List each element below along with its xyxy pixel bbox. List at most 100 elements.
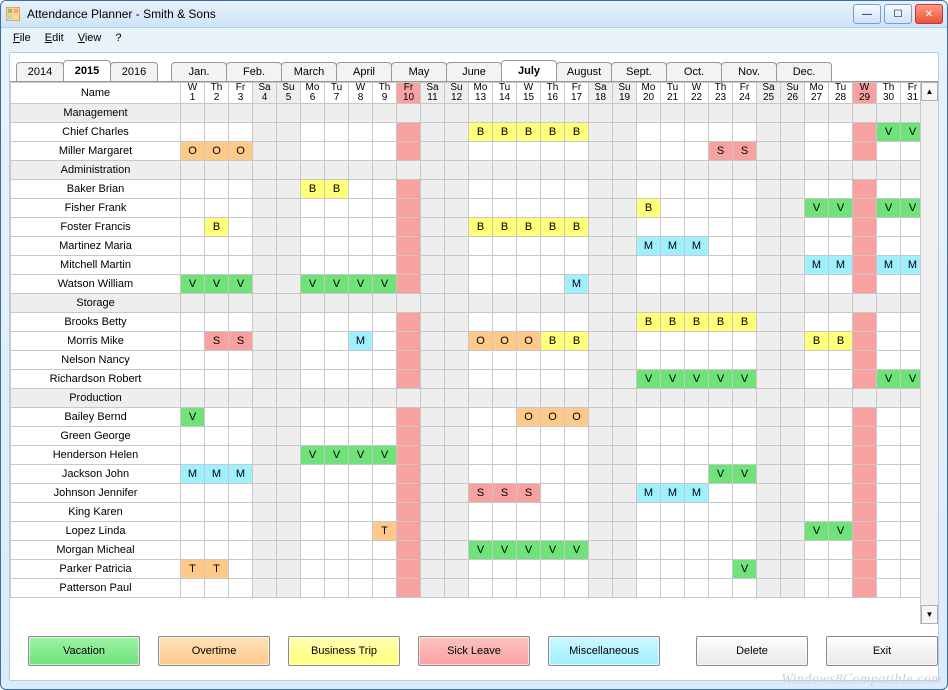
- day-cell[interactable]: [325, 142, 349, 161]
- day-cell[interactable]: [733, 180, 757, 199]
- overtime-button[interactable]: Overtime: [158, 636, 270, 666]
- day-cell[interactable]: [733, 389, 757, 408]
- day-cell[interactable]: [445, 199, 469, 218]
- day-cell[interactable]: [781, 237, 805, 256]
- day-cell[interactable]: [325, 104, 349, 123]
- day-cell[interactable]: [661, 465, 685, 484]
- day-cell[interactable]: [541, 313, 565, 332]
- day-cell[interactable]: M: [901, 256, 921, 275]
- day-cell[interactable]: [397, 446, 421, 465]
- day-cell[interactable]: [421, 218, 445, 237]
- day-cell[interactable]: [397, 180, 421, 199]
- day-cell[interactable]: [877, 541, 901, 560]
- day-cell[interactable]: [253, 408, 277, 427]
- day-cell[interactable]: [205, 161, 229, 180]
- day-cell[interactable]: [781, 408, 805, 427]
- day-cell[interactable]: M: [637, 237, 661, 256]
- day-cell[interactable]: [709, 541, 733, 560]
- day-cell[interactable]: [253, 351, 277, 370]
- day-cell[interactable]: [325, 465, 349, 484]
- day-cell[interactable]: [805, 104, 829, 123]
- name-cell[interactable]: Morris Mike: [11, 332, 181, 351]
- day-cell[interactable]: [541, 275, 565, 294]
- day-cell[interactable]: [181, 237, 205, 256]
- day-cell[interactable]: [589, 560, 613, 579]
- menu-file[interactable]: File: [7, 31, 37, 45]
- day-cell[interactable]: [613, 408, 637, 427]
- day-cell[interactable]: [613, 465, 637, 484]
- day-cell[interactable]: [613, 522, 637, 541]
- day-cell[interactable]: [781, 199, 805, 218]
- day-cell[interactable]: [541, 503, 565, 522]
- day-cell[interactable]: [565, 237, 589, 256]
- day-cell[interactable]: [445, 161, 469, 180]
- day-cell[interactable]: [301, 579, 325, 598]
- day-cell[interactable]: [301, 332, 325, 351]
- day-cell[interactable]: [901, 237, 921, 256]
- day-cell[interactable]: [373, 104, 397, 123]
- day-cell[interactable]: [541, 389, 565, 408]
- day-cell[interactable]: [517, 294, 541, 313]
- day-cell[interactable]: [253, 294, 277, 313]
- day-cell[interactable]: [205, 199, 229, 218]
- day-cell[interactable]: [829, 142, 853, 161]
- day-cell[interactable]: [661, 427, 685, 446]
- day-cell[interactable]: [637, 446, 661, 465]
- day-cell[interactable]: [181, 370, 205, 389]
- day-cell[interactable]: [565, 313, 589, 332]
- day-cell[interactable]: [805, 123, 829, 142]
- day-cell[interactable]: [397, 123, 421, 142]
- day-cell[interactable]: [301, 370, 325, 389]
- day-cell[interactable]: [421, 408, 445, 427]
- day-cell[interactable]: [373, 541, 397, 560]
- day-cell[interactable]: [181, 522, 205, 541]
- day-cell[interactable]: [397, 199, 421, 218]
- day-cell[interactable]: B: [541, 332, 565, 351]
- day-cell[interactable]: [421, 560, 445, 579]
- day-cell[interactable]: [877, 446, 901, 465]
- day-cell[interactable]: [301, 522, 325, 541]
- day-cell[interactable]: [301, 104, 325, 123]
- day-cell[interactable]: [829, 218, 853, 237]
- day-cell[interactable]: [349, 218, 373, 237]
- day-cell[interactable]: [325, 218, 349, 237]
- day-cell[interactable]: [853, 313, 877, 332]
- day-cell[interactable]: [637, 427, 661, 446]
- day-cell[interactable]: [829, 408, 853, 427]
- day-cell[interactable]: [445, 104, 469, 123]
- day-cell[interactable]: M: [661, 237, 685, 256]
- day-cell[interactable]: [805, 541, 829, 560]
- day-cell[interactable]: [685, 351, 709, 370]
- day-cell[interactable]: [853, 218, 877, 237]
- day-cell[interactable]: [301, 199, 325, 218]
- day-cell[interactable]: [829, 104, 853, 123]
- day-cell[interactable]: [733, 408, 757, 427]
- day-cell[interactable]: O: [517, 332, 541, 351]
- day-cell[interactable]: [589, 104, 613, 123]
- day-cell[interactable]: [757, 541, 781, 560]
- day-cell[interactable]: [373, 123, 397, 142]
- day-cell[interactable]: [469, 313, 493, 332]
- day-cell[interactable]: [805, 237, 829, 256]
- day-cell[interactable]: [901, 332, 921, 351]
- day-cell[interactable]: [325, 199, 349, 218]
- day-cell[interactable]: [829, 389, 853, 408]
- day-cell[interactable]: [469, 256, 493, 275]
- day-cell[interactable]: B: [637, 313, 661, 332]
- day-cell[interactable]: S: [469, 484, 493, 503]
- day-cell[interactable]: [229, 180, 253, 199]
- day-cell[interactable]: [829, 275, 853, 294]
- day-cell[interactable]: [397, 218, 421, 237]
- day-cell[interactable]: [829, 370, 853, 389]
- day-cell[interactable]: [565, 389, 589, 408]
- day-cell[interactable]: [205, 503, 229, 522]
- day-cell[interactable]: [637, 465, 661, 484]
- day-cell[interactable]: [469, 161, 493, 180]
- day-cell[interactable]: [541, 180, 565, 199]
- day-cell[interactable]: [541, 294, 565, 313]
- day-cell[interactable]: [613, 275, 637, 294]
- day-cell[interactable]: S: [709, 142, 733, 161]
- day-cell[interactable]: [229, 313, 253, 332]
- day-cell[interactable]: [301, 294, 325, 313]
- day-cell[interactable]: [541, 370, 565, 389]
